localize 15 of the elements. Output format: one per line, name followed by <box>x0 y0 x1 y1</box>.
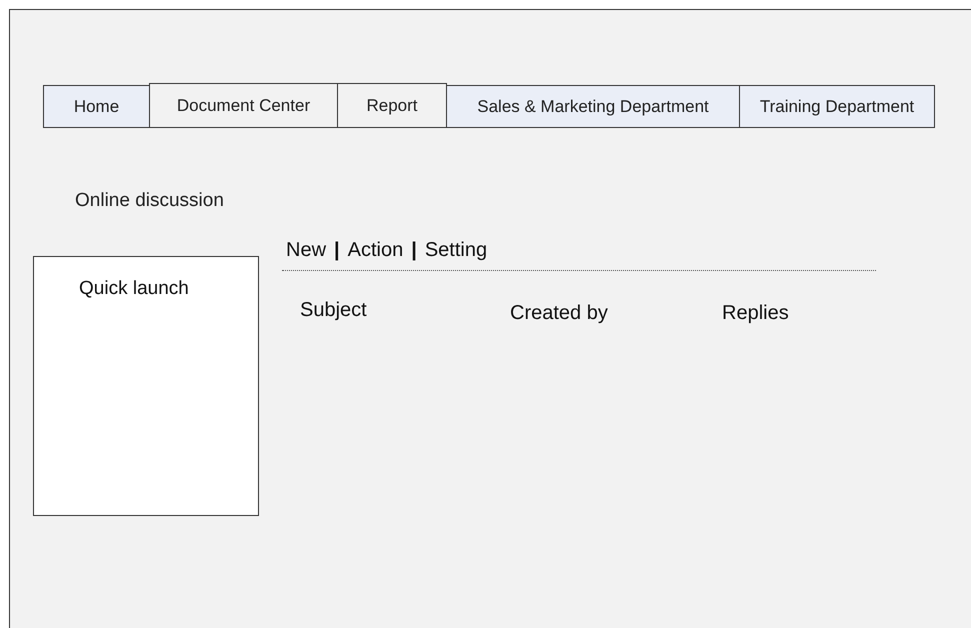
page-title: Online discussion <box>75 190 225 212</box>
nav-tab[interactable]: Home <box>43 85 150 128</box>
column-header: Subject <box>300 299 368 323</box>
separator: | <box>411 239 417 262</box>
nav-tab[interactable]: Training Department <box>739 85 935 128</box>
column-header: Created by <box>510 302 609 325</box>
quick-launch-title: Quick launch <box>79 278 189 300</box>
nav-tab[interactable]: Document Center <box>149 83 338 128</box>
nav-tab[interactable]: Report <box>337 83 447 128</box>
toolbar-link[interactable]: New <box>286 239 326 262</box>
separator: | <box>334 239 340 262</box>
toolbar-link[interactable]: Setting <box>424 239 488 262</box>
column-header: Replies <box>722 302 789 325</box>
toolbar-link[interactable]: Action <box>348 239 404 262</box>
nav-tab[interactable]: Sales & Marketing Department <box>446 85 740 128</box>
